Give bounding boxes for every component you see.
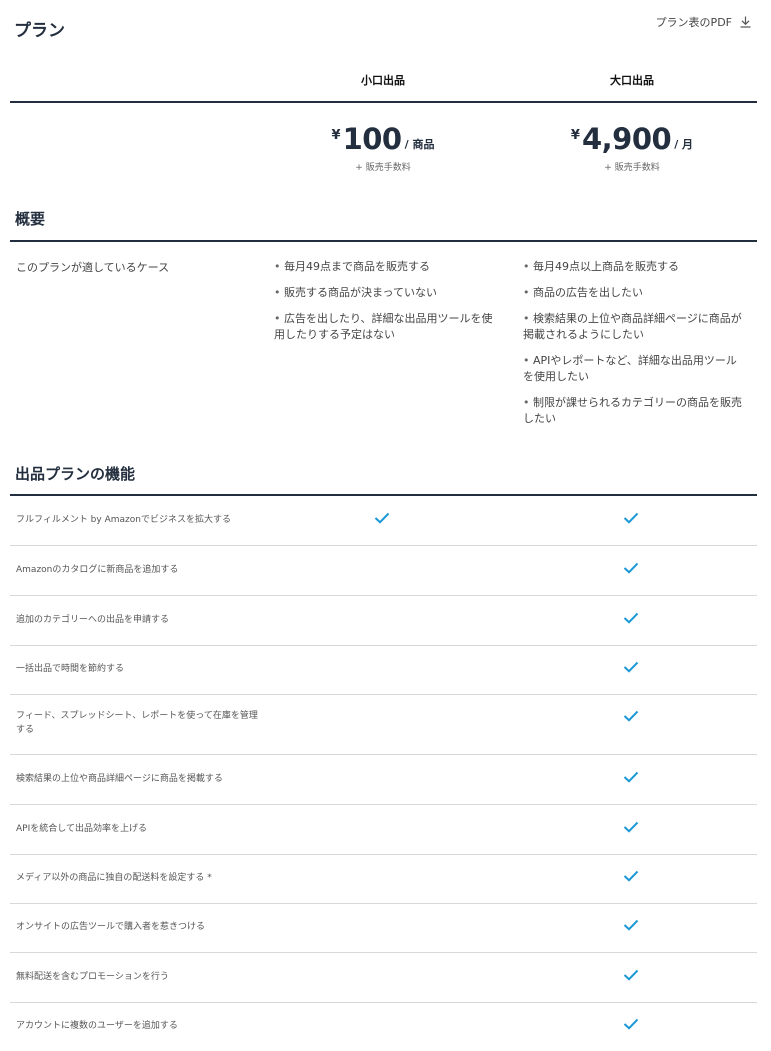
table-row: 一括出品で時間を節約する xyxy=(10,645,757,695)
list-item: 広告を出したり、詳細な出品用ツールを使用したりする予定はない xyxy=(274,311,496,343)
price-currency: ¥ xyxy=(331,128,341,143)
checkmark-icon xyxy=(623,821,639,833)
download-icon xyxy=(740,16,751,28)
feature-label: 無料配送を含むプロモーションを行う xyxy=(16,972,169,982)
table-row: メディア以外の商品に独自の配送料を設定する * xyxy=(10,854,757,904)
list-item: 毎月49点まで商品を販売する xyxy=(274,259,496,275)
price-fee-note: + 販売手数料 xyxy=(604,163,660,173)
overview-divider xyxy=(10,240,757,242)
feature-label: 追加のカテゴリーへの出品を申請する xyxy=(16,615,170,625)
table-row: 無料配送を含むプロモーションを行う xyxy=(10,953,757,1003)
price-amount: 4,900 xyxy=(581,122,672,156)
list-item: 検索結果の上位や商品詳細ページに商品が掲載されるようにしたい xyxy=(523,311,745,343)
feature-label: アカウントに複数のユーザーを追加する xyxy=(16,1021,178,1031)
checkmark-icon xyxy=(623,1018,639,1030)
checkmark-icon xyxy=(623,512,639,524)
page-title: プラン xyxy=(14,21,65,41)
price-fee-note: + 販売手数料 xyxy=(355,163,411,173)
list-item: 制限が課せられるカテゴリーの商品を販売したい xyxy=(523,395,745,427)
feature-label: フルフィルメント by Amazonでビジネスを拡大する xyxy=(16,515,231,525)
bullets-individual: 毎月49点まで商品を販売する 販売する商品が決まっていない 広告を出したり、詳細… xyxy=(274,259,496,353)
checkmark-icon xyxy=(374,512,390,524)
list-item: APIやレポートなど、詳細な出品用ツールを使用したい xyxy=(523,353,745,385)
pdf-link-label: プラン表のPDF xyxy=(655,16,732,29)
price-unit: / 月 xyxy=(674,138,694,151)
checkmark-icon xyxy=(623,710,639,722)
feature-label: APIを統合して出品効率を上げる xyxy=(16,824,147,834)
table-row: フルフィルメント by Amazonでビジネスを拡大する xyxy=(10,496,757,546)
header-divider xyxy=(10,101,757,103)
table-row: オンサイトの広告ツールで購入者を惹きつける xyxy=(10,903,757,953)
table-row: アカウントに複数のユーザーを追加する xyxy=(10,1002,757,1051)
checkmark-icon xyxy=(623,562,639,574)
table-row: Amazonのカタログに新商品を追加する xyxy=(10,546,757,596)
table-row: フィード、スプレッドシート、レポートを使って在庫を管理する xyxy=(10,694,757,755)
overview-label: このプランが適しているケース xyxy=(16,261,170,274)
checkmark-icon xyxy=(623,870,639,882)
checkmark-icon xyxy=(623,969,639,981)
price-professional: ¥ 4,900 / 月 + 販売手数料 xyxy=(532,122,732,173)
checkmark-icon xyxy=(623,661,639,673)
list-item: 販売する商品が決まっていない xyxy=(274,285,496,301)
list-item: 毎月49点以上商品を販売する xyxy=(523,259,745,275)
checkmark-icon xyxy=(623,771,639,783)
pdf-download-link[interactable]: プラン表のPDF xyxy=(656,14,751,30)
bullets-professional: 毎月49点以上商品を販売する 商品の広告を出したい 検索結果の上位や商品詳細ペー… xyxy=(523,259,745,437)
table-row: 検索結果の上位や商品詳細ページに商品を掲載する xyxy=(10,755,757,805)
plan-name-professional: 大口出品 xyxy=(610,74,654,87)
overview-title: 概要 xyxy=(15,210,46,228)
feature-label: 検索結果の上位や商品詳細ページに商品を掲載する xyxy=(16,774,223,784)
features-title: 出品プランの機能 xyxy=(15,465,136,483)
table-row: 追加のカテゴリーへの出品を申請する xyxy=(10,596,757,646)
plan-name-individual: 小口出品 xyxy=(361,74,405,87)
feature-label: Amazonのカタログに新商品を追加する xyxy=(16,565,179,575)
table-row: APIを統合して出品効率を上げる xyxy=(10,805,757,855)
list-item: 商品の広告を出したい xyxy=(523,285,745,301)
feature-label: オンサイトの広告ツールで購入者を惹きつける xyxy=(16,922,206,932)
price-unit: / 商品 xyxy=(404,138,435,151)
price-currency: ¥ xyxy=(570,128,580,143)
price-amount: 100 xyxy=(342,122,403,156)
price-individual: ¥ 100 / 商品 + 販売手数料 xyxy=(283,122,483,173)
checkmark-icon xyxy=(623,919,639,931)
feature-label: メディア以外の商品に独自の配送料を設定する * xyxy=(16,873,212,883)
checkmark-icon xyxy=(623,612,639,624)
feature-label: フィード、スプレッドシート、レポートを使って在庫を管理する xyxy=(16,711,258,735)
feature-label: 一括出品で時間を節約する xyxy=(16,664,125,674)
